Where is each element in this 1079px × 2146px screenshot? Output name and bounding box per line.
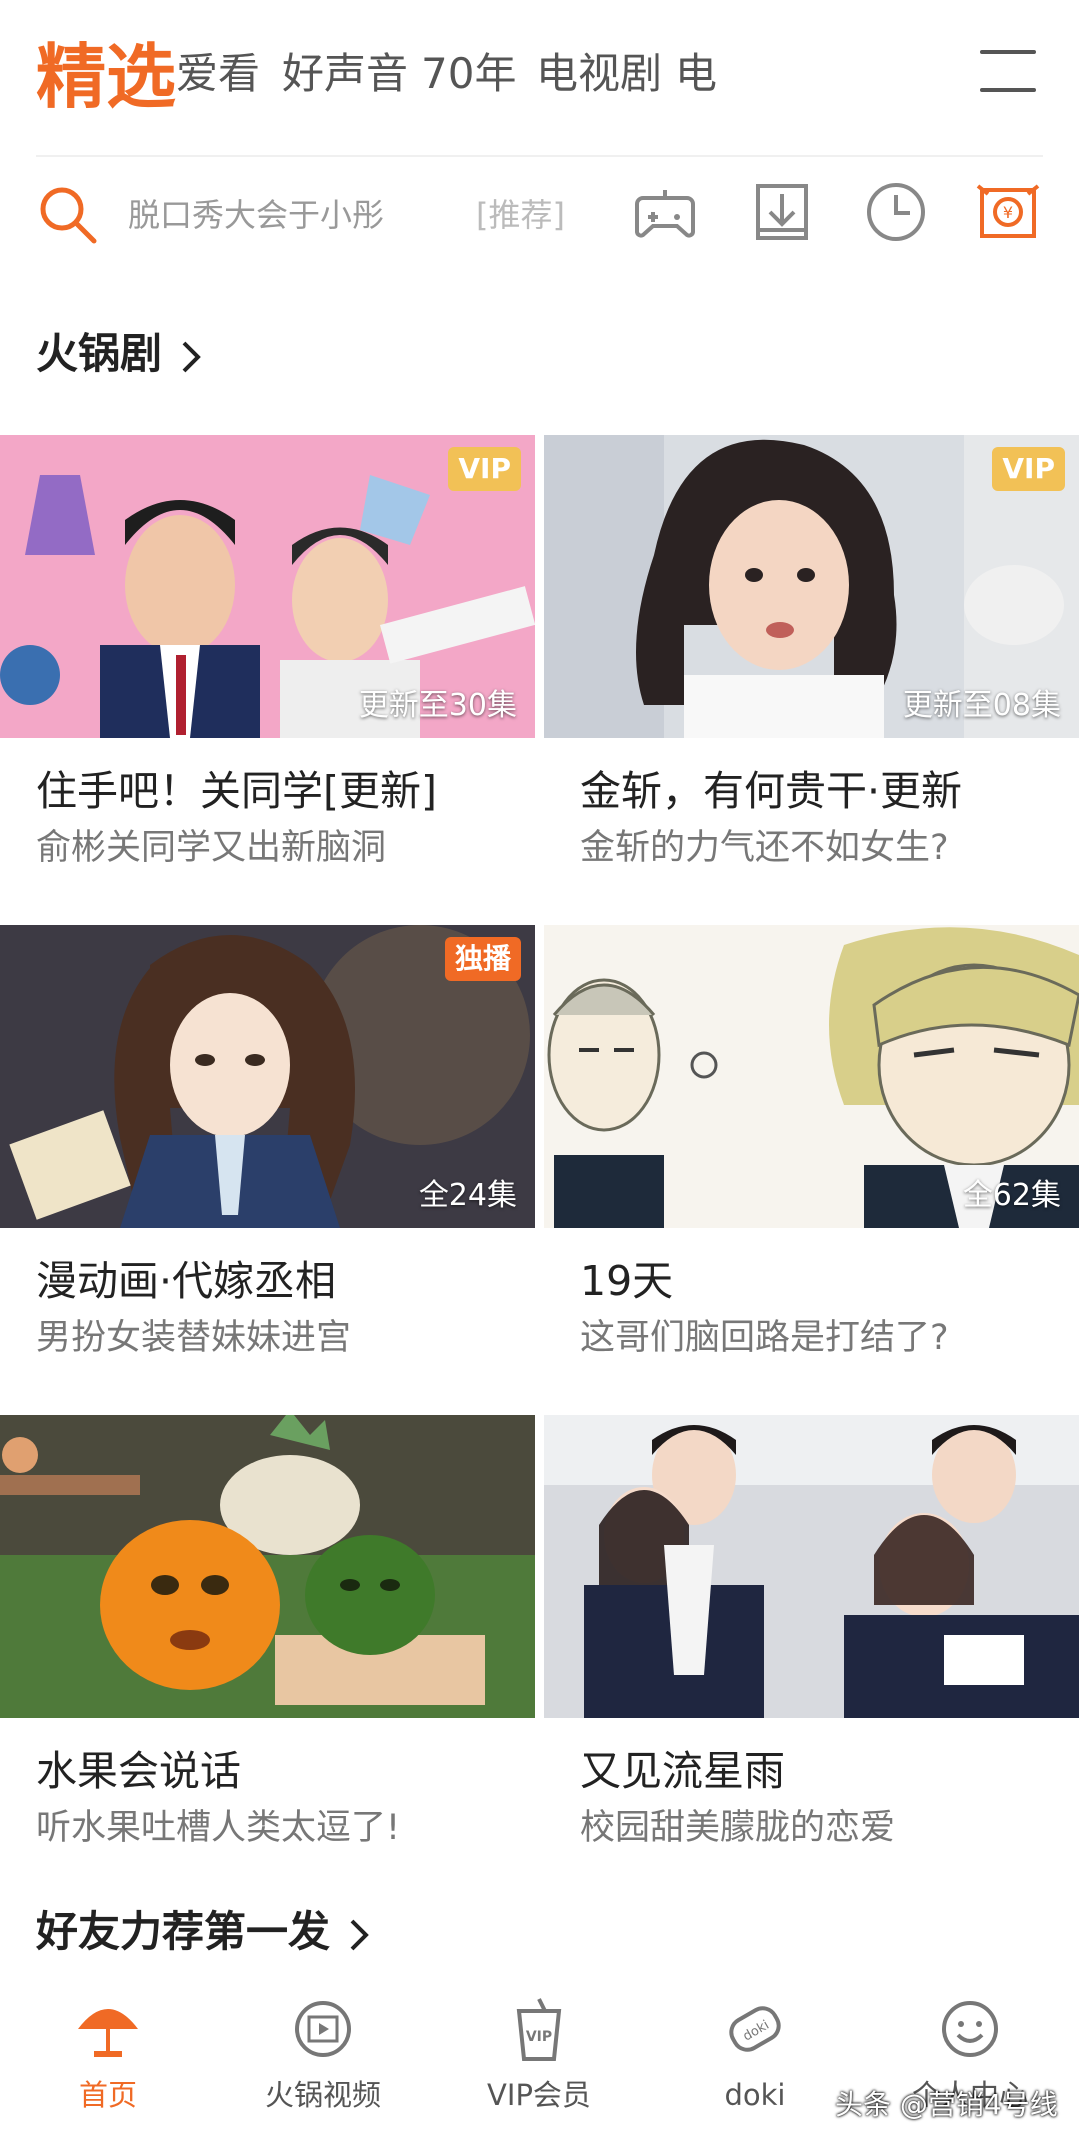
vip-cup-icon: VIP	[516, 1998, 562, 2061]
vip-badge: VIP	[448, 447, 521, 491]
section-title-text: 好友力荐第一发	[36, 1907, 331, 1956]
section-title-hotpot[interactable]: 火锅剧	[36, 324, 204, 384]
film-reel-icon	[295, 2001, 351, 2057]
nav-label: 火锅视频	[264, 2078, 381, 2112]
download-icon[interactable]	[750, 180, 814, 244]
nav-label: doki	[724, 2078, 786, 2112]
vip-badge: VIP	[992, 447, 1065, 491]
video-thumbnail[interactable]: VIP 更新至08集	[544, 435, 1079, 738]
search-bar[interactable]: 脱口秀大会于小彤 [推荐]	[36, 175, 565, 255]
video-thumbnail[interactable]	[544, 1415, 1079, 1718]
card-title[interactable]: 又见流星雨	[580, 1743, 785, 1799]
video-card[interactable]: 全62集 19天 这哥们脑回路是打结了?	[544, 925, 1079, 1395]
tab-tv-series[interactable]: 电视剧	[536, 44, 662, 104]
top-tab-bar: 精选 爱看 好声音 70年 电视剧 电	[0, 0, 1079, 150]
vip-coin-icon[interactable]: ¥	[976, 180, 1040, 244]
header-divider	[36, 155, 1043, 157]
tab-voice[interactable]: 好声音	[282, 44, 408, 104]
video-card[interactable]: 又见流星雨 校园甜美朦胧的恋爱	[544, 1415, 1079, 1885]
nav-hotpot-video[interactable]: 火锅视频	[233, 1995, 413, 2135]
umbrella-home-icon	[78, 2009, 138, 2057]
card-subtitle: 校园甜美朦胧的恋爱	[580, 1808, 896, 1848]
card-title[interactable]: 金斩，有何贵干·更新	[580, 763, 962, 819]
card-subtitle: 这哥们脑回路是打结了?	[580, 1318, 949, 1358]
card-title[interactable]: 漫动画·代嫁丞相	[36, 1253, 336, 1309]
watermark: 头条 @营销4号线	[835, 2088, 1058, 2121]
video-thumbnail[interactable]: 全62集	[544, 925, 1079, 1228]
episode-count: 更新至30集	[358, 688, 517, 723]
tab-aikan[interactable]: 爱看	[176, 44, 260, 104]
card-subtitle: 金斩的力气还不如女生?	[580, 828, 949, 868]
search-tag: [推荐]	[476, 196, 565, 234]
episode-count: 全62集	[962, 1178, 1061, 1213]
svg-text:¥: ¥	[1003, 203, 1013, 222]
video-card[interactable]: VIP 更新至30集 住手吧！关同学[更新] 俞彬关同学又出新脑洞	[0, 435, 535, 905]
nav-label: 首页	[78, 2078, 137, 2112]
nav-home[interactable]: 首页	[18, 1995, 198, 2135]
video-thumbnail[interactable]: VIP 更新至30集	[0, 435, 535, 738]
card-subtitle: 男扮女装替妹妹进宫	[36, 1318, 352, 1358]
card-title[interactable]: 水果会说话	[36, 1743, 241, 1799]
history-clock-icon[interactable]	[864, 180, 928, 244]
game-controller-icon[interactable]	[633, 180, 697, 244]
menu-icon[interactable]	[980, 50, 1036, 92]
card-title[interactable]: 19天	[580, 1253, 673, 1309]
section-title-friends[interactable]: 好友力荐第一发	[36, 1902, 372, 1962]
smiley-profile-icon	[942, 2001, 998, 2057]
nav-label: VIP会员	[487, 2078, 591, 2112]
search-placeholder: 脱口秀大会于小彤	[128, 196, 385, 234]
tab-overflow-partial[interactable]: 电	[675, 44, 717, 104]
card-title[interactable]: 住手吧！关同学[更新]	[36, 763, 437, 819]
video-thumbnail[interactable]: 独播 全24集	[0, 925, 535, 1228]
episode-count: 全24集	[418, 1178, 517, 1213]
section-title-text: 火锅剧	[36, 329, 163, 378]
search-icon	[40, 187, 97, 244]
video-card[interactable]: VIP 更新至08集 金斩，有何贵干·更新 金斩的力气还不如女生?	[544, 435, 1079, 905]
chevron-right-icon	[350, 1919, 369, 1950]
tab-70years[interactable]: 70年	[421, 44, 516, 104]
video-card[interactable]: 独播 全24集 漫动画·代嫁丞相 男扮女装替妹妹进宫	[0, 925, 535, 1395]
tab-featured[interactable]: 精选	[36, 32, 176, 122]
doki-tag-icon: doki	[729, 2006, 781, 2052]
card-subtitle: 听水果吐槽人类太逗了!	[36, 1808, 401, 1848]
exclusive-badge: 独播	[444, 937, 521, 981]
video-card[interactable]: 水果会说话 听水果吐槽人类太逗了!	[0, 1415, 535, 1885]
nav-vip[interactable]: VIP VIP会员	[449, 1995, 629, 2135]
card-subtitle: 俞彬关同学又出新脑洞	[36, 828, 387, 868]
tab-fade	[905, 30, 985, 130]
episode-count: 更新至08集	[902, 688, 1061, 723]
video-thumbnail[interactable]	[0, 1415, 535, 1718]
nav-doki[interactable]: doki doki	[665, 1995, 845, 2135]
chevron-right-icon	[182, 341, 201, 372]
svg-text:VIP: VIP	[526, 2029, 552, 2045]
